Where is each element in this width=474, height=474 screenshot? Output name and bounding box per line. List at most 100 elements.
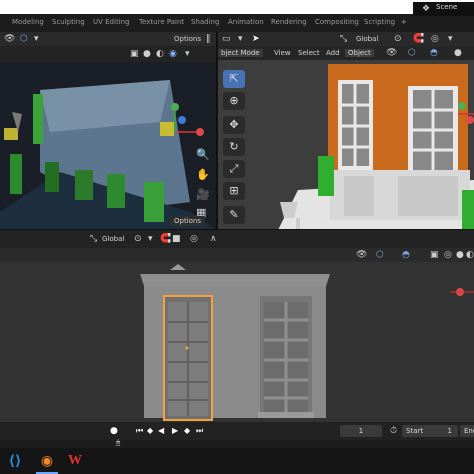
transform-tool-icon[interactable]: ⊞ — [223, 182, 245, 200]
falloff-icon[interactable]: ∧ — [210, 234, 217, 244]
menu-view[interactable]: View — [274, 49, 291, 57]
annotate-tool-icon[interactable]: ✎ — [223, 206, 245, 224]
cursor-icon[interactable]: ➤ — [252, 34, 260, 44]
rendered-shading-icon[interactable]: ◉ — [169, 49, 177, 59]
stopwatch-icon[interactable]: ⏱ — [390, 426, 397, 436]
viewport-menu-bar: bject Mode View Select Add Object 👁 ⬡ ◓ … — [218, 46, 474, 60]
solid-shading-icon[interactable]: ● — [454, 48, 462, 58]
prev-keyframe-icon[interactable]: ◆ — [147, 426, 153, 436]
move-tool-icon[interactable]: ✥ — [223, 116, 245, 134]
start-frame-field[interactable]: Start 1 — [402, 425, 458, 437]
select-box-icon[interactable]: ▭ — [222, 34, 231, 44]
pivot-icon[interactable]: ⊙ — [134, 234, 142, 244]
end-frame-field[interactable]: End — [460, 425, 474, 437]
house-front-model — [0, 262, 474, 422]
mode-dropdown-icon[interactable]: ▾ — [238, 34, 243, 44]
gizmo-x-axis[interactable] — [196, 128, 204, 136]
orientation-icon[interactable]: ⤡ — [90, 234, 97, 244]
snap-icon[interactable]: 🧲 — [413, 34, 424, 44]
tab-compositing[interactable]: Compositing — [315, 18, 359, 26]
orientation-dropdown[interactable]: Global — [102, 235, 124, 243]
solid-shading-icon[interactable]: ● — [456, 250, 464, 260]
play-reverse-icon[interactable]: ◀ — [158, 426, 164, 436]
visibility-eye-icon[interactable]: 👁 — [4, 34, 15, 44]
mouse-icon: 🖱 — [116, 439, 121, 447]
gizmo-z-axis[interactable] — [178, 116, 186, 124]
gizmo-toggle-icon[interactable]: ⬡ — [376, 250, 384, 260]
snap-element-icon[interactable]: ■ — [172, 234, 181, 244]
menu-select[interactable]: Select — [298, 49, 320, 57]
workspace-tabs-bar: Modeling Sculpting UV Editing Texture Pa… — [0, 14, 474, 32]
menu-add[interactable]: Add — [326, 49, 340, 57]
material-shading-icon[interactable]: ◐ — [156, 49, 164, 59]
tab-modeling[interactable]: Modeling — [12, 18, 44, 26]
gizmo-y-axis[interactable] — [171, 103, 179, 111]
tab-sculpting[interactable]: Sculpting — [52, 18, 85, 26]
zoom-icon[interactable]: 🔍 — [196, 149, 210, 160]
visibility-eye-icon[interactable]: 👁 — [386, 48, 397, 58]
orientation-dropdown[interactable]: Global — [356, 35, 378, 43]
taskbar: ⟨⟩ ◉ W — [0, 448, 474, 474]
current-frame-field[interactable]: 1 — [340, 425, 382, 437]
wireframe-shading-icon[interactable]: ◎ — [444, 250, 452, 260]
tree-block — [33, 94, 43, 144]
jump-end-icon[interactable]: ⏭ — [196, 426, 203, 436]
xray-icon[interactable]: ▣ — [430, 250, 439, 260]
tab-uv-editing[interactable]: UV Editing — [93, 18, 130, 26]
pause-icon[interactable]: ‖ — [206, 34, 211, 44]
blender-icon[interactable]: ◉ — [38, 452, 56, 470]
timeline-track[interactable]: 🖱 — [0, 439, 474, 448]
overlay-icon[interactable]: ◓ — [430, 48, 438, 58]
overlay-dropdown-icon[interactable]: ▾ — [34, 34, 39, 44]
overlay-icon[interactable]: ◓ — [402, 250, 410, 260]
viewport-shading-bar: ▣ ● ◐ ◉ ▾ — [0, 46, 216, 62]
wps-icon[interactable]: W — [66, 452, 84, 470]
mode-selector[interactable]: bject Mode — [218, 49, 263, 57]
pivot-icon[interactable]: ⊙ — [394, 34, 402, 44]
tab-rendering[interactable]: Rendering — [271, 18, 307, 26]
cursor-tool-icon[interactable]: ⊕ — [223, 92, 245, 110]
material-shading-icon[interactable]: ◐ — [466, 250, 474, 260]
viewport-edit[interactable]: ⤡ Global ⊙ ▾ 🧲 ■ ◎ ∧ 👁 ⬡ ◓ ▣ ◎ ● ◐ — [0, 230, 474, 422]
vscode-icon[interactable]: ⟨⟩ — [6, 452, 24, 470]
scene-selector[interactable]: ❖ Scene — [413, 2, 474, 16]
tab-animation[interactable]: Animation — [228, 18, 264, 26]
gizmo-dropdown-icon[interactable]: ▾ — [448, 34, 453, 44]
viewport-header: 👁 ⬡ ▾ Options ‖ — [0, 32, 216, 46]
tab-shading[interactable]: Shading — [191, 18, 219, 26]
xray-icon[interactable]: ▣ — [130, 49, 139, 59]
scale-tool-icon[interactable]: ⤢ — [223, 160, 245, 178]
gizmo-x-axis[interactable] — [466, 116, 474, 124]
viewport-rendered[interactable]: 👁 ⬡ ▾ Options ‖ ▣ ● ◐ ◉ ▾ 🔍 ✋ 🎥 ▦ Option… — [0, 32, 216, 230]
jump-start-icon[interactable]: ⏮ — [136, 426, 143, 436]
rotate-tool-icon[interactable]: ↻ — [223, 138, 245, 156]
snap-icon[interactable]: 🧲 — [160, 234, 171, 244]
tab-scripting[interactable]: Scripting — [364, 18, 395, 26]
visibility-eye-icon[interactable]: 👁 — [356, 250, 367, 260]
pivot-dropdown-icon[interactable]: ▾ — [148, 234, 153, 244]
proportional-edit-icon[interactable]: ◎ — [190, 234, 198, 244]
camera-icon[interactable]: 🎥 — [196, 189, 210, 200]
start-label: Start — [406, 427, 424, 435]
shading-dropdown-icon[interactable]: ▾ — [185, 49, 190, 59]
pan-hand-icon[interactable]: ✋ — [196, 169, 210, 180]
viewport-solid[interactable]: ▭ ▾ ➤ ⤡ Global ⊙ 🧲 ◎ ▾ bject Mode View S… — [218, 32, 474, 230]
options-button-bottom[interactable]: Options — [170, 216, 206, 226]
orientation-icon[interactable]: ⤡ — [340, 34, 347, 44]
gizmo-y-axis[interactable] — [458, 102, 466, 110]
record-icon[interactable]: ● — [110, 426, 118, 436]
gizmo-toggle-icon[interactable]: ⬡ — [408, 48, 416, 58]
solid-scene — [218, 60, 474, 230]
timeline-bar: ● ⏮ ◆ ◀ ▶ ◆ ⏭ 1 ⏱ Start 1 End — [0, 422, 474, 440]
menu-object[interactable]: Object — [345, 49, 374, 57]
proportional-edit-icon[interactable]: ◎ — [431, 34, 439, 44]
gizmo-toggle-icon[interactable]: ⬡ — [20, 34, 28, 44]
more-tabs-icon[interactable]: + — [401, 18, 407, 26]
next-keyframe-icon[interactable]: ◆ — [184, 426, 190, 436]
select-tool-icon[interactable]: ⇱ — [223, 70, 245, 88]
tab-texture-paint[interactable]: Texture Paint — [139, 18, 184, 26]
start-value: 1 — [447, 427, 452, 435]
play-icon[interactable]: ▶ — [172, 426, 178, 436]
solid-shading-icon[interactable]: ● — [143, 49, 151, 59]
options-button[interactable]: Options — [170, 34, 206, 44]
